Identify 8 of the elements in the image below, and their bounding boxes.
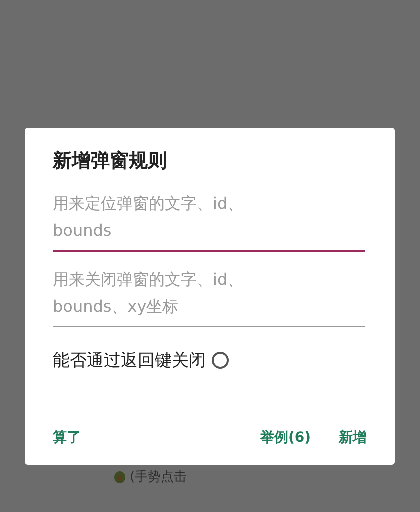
action-button[interactable]: 新增 (339, 429, 367, 447)
option-label: 能否通过返回键关闭 (53, 350, 206, 372)
action-button[interactable]: 举例(6) (260, 429, 311, 447)
dialog-title: 新增弹窗规则 (53, 149, 168, 174)
hint-text: (手势点击 (130, 469, 188, 486)
cancel-button[interactable]: 算了 (53, 429, 81, 447)
radio-button[interactable] (212, 352, 229, 369)
avocado-icon (112, 470, 127, 484)
